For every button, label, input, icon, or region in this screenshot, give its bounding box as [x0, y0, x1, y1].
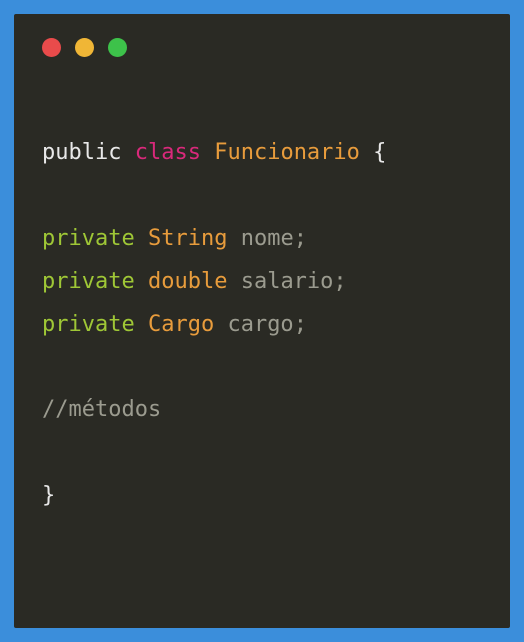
semicolon: ; — [333, 269, 346, 294]
field-name: cargo — [227, 312, 293, 337]
minimize-icon[interactable] — [75, 38, 94, 57]
comment: //métodos — [42, 397, 161, 422]
open-brace: { — [373, 140, 386, 165]
field-name: salario — [241, 269, 334, 294]
keyword-class: class — [135, 140, 201, 165]
code-window: public class Funcionario { private Strin… — [14, 14, 510, 628]
field-type: String — [148, 226, 227, 251]
field-type: Cargo — [148, 312, 214, 337]
semicolon: ; — [294, 226, 307, 251]
keyword-private: private — [42, 226, 135, 251]
field-type: double — [148, 269, 227, 294]
semicolon: ; — [294, 312, 307, 337]
close-icon[interactable] — [42, 38, 61, 57]
close-brace: } — [42, 483, 55, 508]
code-block: public class Funcionario { private Strin… — [42, 132, 482, 518]
traffic-lights — [42, 38, 482, 57]
field-name: nome — [241, 226, 294, 251]
keyword-public: public — [42, 140, 121, 165]
class-name: Funcionario — [214, 140, 360, 165]
keyword-private: private — [42, 269, 135, 294]
maximize-icon[interactable] — [108, 38, 127, 57]
keyword-private: private — [42, 312, 135, 337]
